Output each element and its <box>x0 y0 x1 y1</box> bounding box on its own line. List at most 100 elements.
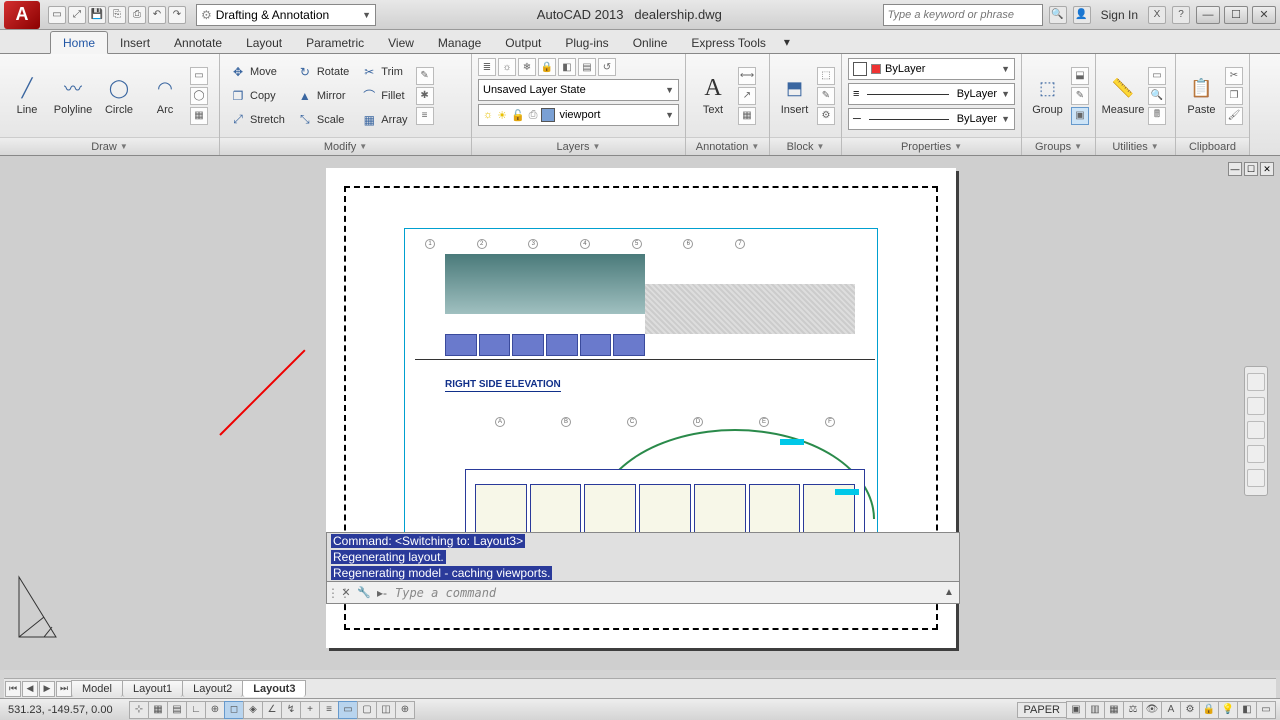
layer-off-icon[interactable]: ☼ <box>498 58 516 76</box>
sb-qp-icon[interactable]: ▢ <box>357 701 377 719</box>
trim-button[interactable]: ✂Trim <box>357 61 411 83</box>
stretch-button[interactable]: ⤢Stretch <box>226 109 289 131</box>
tab-home[interactable]: Home <box>50 31 108 54</box>
command-input[interactable]: Type a command <box>391 586 939 600</box>
layout-tab-layout1[interactable]: Layout1 <box>122 680 183 697</box>
sb-otrack-icon[interactable]: ∠ <box>262 701 282 719</box>
rectangle-icon[interactable]: ▭ <box>190 67 208 85</box>
workspace-dropdown[interactable]: ⚙ Drafting & Annotation ▼ <box>196 4 376 26</box>
tab-view[interactable]: View <box>376 32 426 53</box>
sb-polar-icon[interactable]: ⊕ <box>205 701 225 719</box>
maximize-button[interactable]: ☐ <box>1224 6 1248 24</box>
layer-state-dropdown[interactable]: Unsaved Layer State▼ <box>478 79 679 101</box>
sb-ortho-icon[interactable]: ∟ <box>186 701 206 719</box>
lineweight-dropdown[interactable]: ≡ByLayer▼ <box>848 83 1015 105</box>
layer-lock-icon[interactable]: 🔒 <box>538 58 556 76</box>
color-dropdown[interactable]: ByLayer▼ <box>848 58 1015 80</box>
panel-title-modify[interactable]: Modify <box>324 141 356 153</box>
nav-showmotion-icon[interactable] <box>1247 469 1265 487</box>
table-icon[interactable]: ▦ <box>738 107 756 125</box>
sb-toolbar-lock-icon[interactable]: 🔒 <box>1199 701 1219 719</box>
tab-annotate[interactable]: Annotate <box>162 32 234 53</box>
tab-layout[interactable]: Layout <box>234 32 294 53</box>
tab-extra-icon[interactable]: ▾ <box>778 31 796 53</box>
nav-zoom-icon[interactable] <box>1247 421 1265 439</box>
layout-tab-model[interactable]: Model <box>71 680 123 697</box>
panel-title-groups[interactable]: Groups <box>1035 141 1071 153</box>
ungroup-icon[interactable]: ⬓ <box>1071 67 1089 85</box>
sb-tpy-icon[interactable]: ▭ <box>338 701 358 719</box>
coordinates-display[interactable]: 531.23, -149.57, 0.00 <box>0 704 130 716</box>
leader-icon[interactable]: ↗ <box>738 87 756 105</box>
help-search-input[interactable] <box>888 9 1038 21</box>
sb-quickview-layouts-icon[interactable]: ▥ <box>1085 701 1105 719</box>
array-button[interactable]: ▦Array <box>357 109 411 131</box>
fillet-button[interactable]: ⌒Fillet <box>357 85 411 107</box>
space-toggle[interactable]: PAPER <box>1017 702 1067 718</box>
edit-block-icon[interactable]: ✎ <box>817 87 835 105</box>
layer-current-dropdown[interactable]: ☼☀🔓⎙ viewport▼ <box>478 104 679 126</box>
panel-title-utilities[interactable]: Utilities <box>1112 141 1147 153</box>
copy-button[interactable]: ❐Copy <box>226 85 289 107</box>
group-edit-icon[interactable]: ✎ <box>1071 87 1089 105</box>
layer-prev-icon[interactable]: ↺ <box>598 58 616 76</box>
offset-icon[interactable]: ≡ <box>416 107 434 125</box>
sb-hardware-icon[interactable]: 💡 <box>1218 701 1238 719</box>
line-button[interactable]: ╱Line <box>6 61 48 131</box>
command-close-icon[interactable]: ✕ <box>337 586 355 599</box>
text-button[interactable]: AText <box>692 61 734 131</box>
measure-button[interactable]: 📏Measure <box>1102 61 1144 131</box>
tab-output[interactable]: Output <box>493 32 553 53</box>
sb-snap-icon[interactable]: ▦ <box>148 701 168 719</box>
sb-maxvp-icon[interactable]: ▣ <box>1066 701 1086 719</box>
sb-ducs-icon[interactable]: ↯ <box>281 701 301 719</box>
qat-saveas-icon[interactable]: ⎘ <box>108 6 126 24</box>
user-icon[interactable]: 👤 <box>1073 6 1091 24</box>
sb-annoscale-icon[interactable]: ⚖ <box>1123 701 1143 719</box>
qselect-icon[interactable]: 🔍 <box>1148 87 1166 105</box>
sb-osnap-icon[interactable]: ◻ <box>224 701 244 719</box>
viewport-minimize-icon[interactable]: — <box>1228 162 1242 176</box>
layout-last-icon[interactable]: ⏭ <box>56 681 72 697</box>
sb-ws-icon[interactable]: ⚙ <box>1180 701 1200 719</box>
sb-dyn-icon[interactable]: + <box>300 701 320 719</box>
sb-annoauto-icon[interactable]: A <box>1161 701 1181 719</box>
tab-parametric[interactable]: Parametric <box>294 32 376 53</box>
sb-lwt-icon[interactable]: ≡ <box>319 701 339 719</box>
layout-first-icon[interactable]: ⏮ <box>5 681 21 697</box>
viewport-close-icon[interactable]: ✕ <box>1260 162 1274 176</box>
tab-manage[interactable]: Manage <box>426 32 493 53</box>
tab-plugins[interactable]: Plug-ins <box>553 32 620 53</box>
ellipse-icon[interactable]: ◯ <box>190 87 208 105</box>
sb-3dosnap-icon[interactable]: ◈ <box>243 701 263 719</box>
cut-icon[interactable]: ✂ <box>1225 67 1243 85</box>
scale-button[interactable]: ⤡Scale <box>293 109 353 131</box>
viewport-maximize-icon[interactable]: ☐ <box>1244 162 1258 176</box>
layer-match-icon[interactable]: ▤ <box>578 58 596 76</box>
circle-button[interactable]: ◯Circle <box>98 61 140 131</box>
move-button[interactable]: ✥Move <box>226 61 289 83</box>
arc-button[interactable]: ◠Arc <box>144 61 186 131</box>
layout-prev-icon[interactable]: ◀ <box>22 681 38 697</box>
qat-save-icon[interactable]: 💾 <box>88 6 106 24</box>
copy-clip-icon[interactable]: ❐ <box>1225 87 1243 105</box>
qat-redo-icon[interactable]: ↷ <box>168 6 186 24</box>
qat-new-icon[interactable]: ▭ <box>48 6 66 24</box>
select-icon[interactable]: ▭ <box>1148 67 1166 85</box>
qat-plot-icon[interactable]: ⎙ <box>128 6 146 24</box>
layout-tab-layout3[interactable]: Layout3 <box>242 680 306 697</box>
polyline-button[interactable]: 〰Polyline <box>52 61 94 131</box>
panel-title-layers[interactable]: Layers <box>557 141 590 153</box>
block-attr-icon[interactable]: ⚙ <box>817 107 835 125</box>
close-button[interactable]: ✕ <box>1252 6 1276 24</box>
minimize-button[interactable]: — <box>1196 6 1220 24</box>
sb-grid-icon[interactable]: ▤ <box>167 701 187 719</box>
qat-open-icon[interactable]: ⤢ <box>68 6 86 24</box>
signin-link[interactable]: Sign In <box>1097 8 1142 22</box>
panel-title-draw[interactable]: Draw <box>91 141 117 153</box>
calc-icon[interactable]: 🖩 <box>1148 107 1166 125</box>
layout-next-icon[interactable]: ▶ <box>39 681 55 697</box>
panel-title-properties[interactable]: Properties <box>901 141 951 153</box>
exchange-icon[interactable]: X <box>1148 6 1166 24</box>
hatch-icon[interactable]: ▦ <box>190 107 208 125</box>
